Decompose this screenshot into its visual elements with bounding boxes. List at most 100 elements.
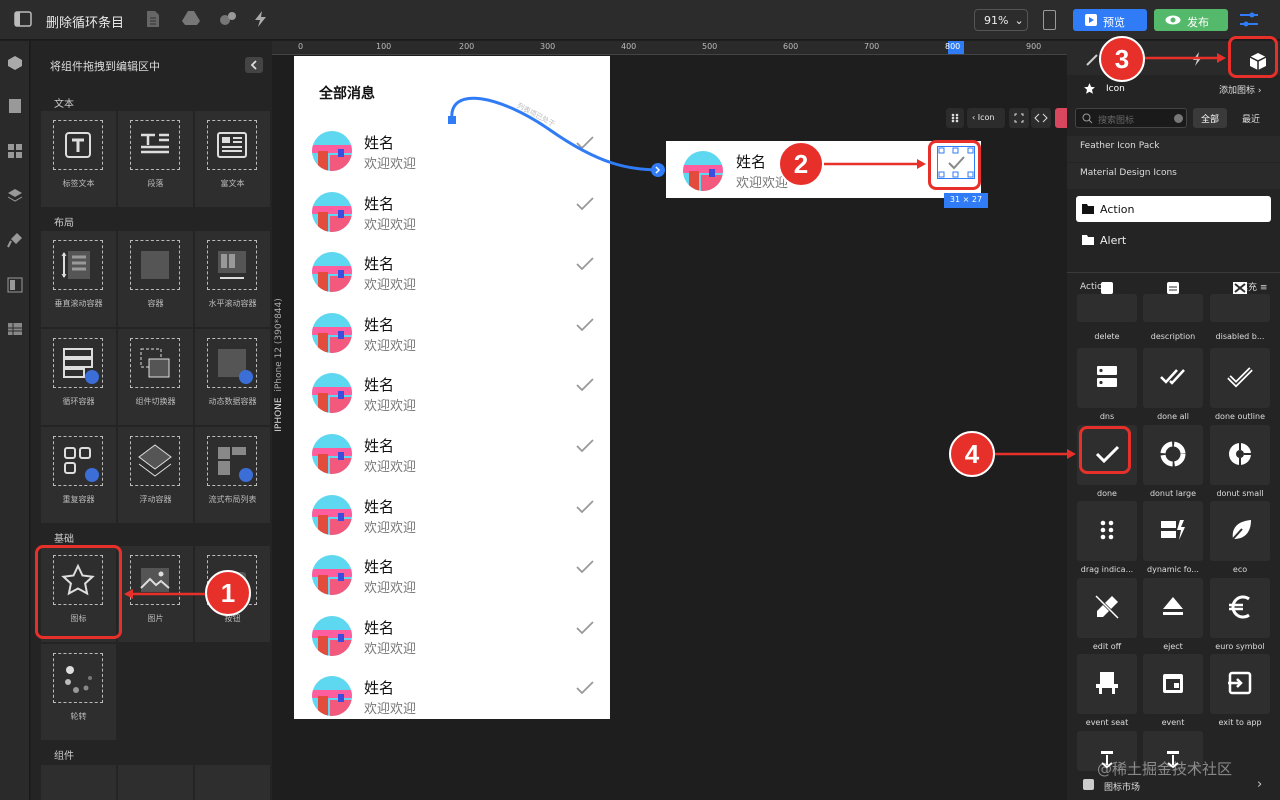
icon-tile-label: exit to app bbox=[1218, 718, 1262, 727]
component-paragraph[interactable]: 段落 bbox=[118, 111, 193, 207]
check-icon[interactable] bbox=[576, 318, 594, 332]
icon-market-link[interactable]: 图标市场 bbox=[1104, 780, 1140, 793]
template-icon[interactable] bbox=[7, 277, 23, 293]
check-icon[interactable] bbox=[576, 257, 594, 271]
check-icon[interactable] bbox=[576, 681, 594, 695]
device-phone-icon[interactable] bbox=[1043, 10, 1056, 30]
sliders-icon[interactable] bbox=[1239, 11, 1259, 29]
lightning-icon[interactable] bbox=[252, 10, 272, 30]
icon-pack-material[interactable]: Material Design Icons bbox=[1067, 163, 1280, 189]
component-float-container[interactable]: 浮动容器 bbox=[118, 427, 193, 523]
check-icon[interactable] bbox=[576, 560, 594, 574]
item-name: 姓名 bbox=[364, 679, 395, 698]
tab-all[interactable]: 全部 bbox=[1193, 108, 1227, 128]
action-lightning-icon[interactable] bbox=[1191, 51, 1205, 67]
component-dynamic-data[interactable]: 动态数据容器 bbox=[195, 329, 270, 425]
list-item[interactable]: 姓名 欢迎欢迎 bbox=[294, 359, 610, 419]
done-all-icon-tile[interactable] bbox=[1143, 348, 1203, 408]
component-image[interactable]: 图片 bbox=[118, 546, 193, 642]
check-icon[interactable] bbox=[576, 499, 594, 514]
list-item[interactable]: 姓名 欢迎欢迎 bbox=[294, 662, 610, 722]
components-icon[interactable] bbox=[219, 10, 239, 30]
dns-icon-tile[interactable] bbox=[1077, 348, 1137, 408]
section-title-basic: 基础 bbox=[54, 534, 74, 545]
component-carousel[interactable]: 轮转 bbox=[41, 644, 116, 740]
dynamic-fo-icon-tile[interactable] bbox=[1143, 501, 1203, 561]
icon-search-input[interactable]: 搜索图标 bbox=[1075, 108, 1187, 128]
list-item[interactable]: 姓名 欢迎欢迎 bbox=[294, 420, 610, 480]
check-icon[interactable] bbox=[576, 439, 594, 453]
section-title-components: 组件 bbox=[54, 751, 74, 762]
sidebar-toggle-icon[interactable] bbox=[14, 10, 34, 30]
component-loop-container[interactable]: 循环容器 bbox=[41, 329, 116, 425]
component-rich-text[interactable]: 富文本 bbox=[195, 111, 270, 207]
clear-icon[interactable] bbox=[1174, 114, 1183, 123]
grid-icon[interactable] bbox=[7, 143, 23, 159]
preview-button[interactable]: 预览 bbox=[1073, 9, 1147, 31]
item-message: 欢迎欢迎 bbox=[364, 641, 417, 657]
table-icon[interactable] bbox=[7, 321, 23, 337]
layers-icon[interactable] bbox=[7, 187, 23, 203]
drive-icon[interactable] bbox=[182, 10, 202, 30]
tab-recent[interactable]: 最近 bbox=[1230, 108, 1272, 128]
check-icon[interactable] bbox=[576, 621, 594, 635]
zoom-select[interactable]: 91% ⌄ bbox=[974, 9, 1028, 31]
list-item[interactable]: 姓名 欢迎欢迎 bbox=[294, 602, 610, 662]
event-icon-tile[interactable] bbox=[1143, 654, 1203, 714]
component-label: 容器 bbox=[147, 299, 164, 308]
eye-icon bbox=[1165, 15, 1181, 25]
play-icon bbox=[1085, 14, 1097, 26]
list-item[interactable]: 姓名 欢迎欢迎 bbox=[294, 299, 610, 359]
paint-icon[interactable] bbox=[7, 232, 23, 248]
donut-small-icon-tile[interactable] bbox=[1210, 424, 1270, 485]
icon-tile-label: done all bbox=[1157, 412, 1189, 421]
component-repeat-container[interactable]: 重复容器 bbox=[41, 427, 116, 523]
eject-icon-tile[interactable] bbox=[1143, 577, 1203, 638]
divider bbox=[1067, 272, 1280, 273]
check-icon[interactable] bbox=[576, 196, 594, 211]
element-type-chip[interactable]: ‹ Icon bbox=[967, 108, 1005, 128]
cube-icon[interactable] bbox=[7, 55, 23, 71]
check-icon[interactable] bbox=[576, 378, 594, 392]
drag-indica-icon-tile[interactable] bbox=[1077, 501, 1137, 561]
description-icon-tile[interactable] bbox=[1143, 282, 1203, 322]
event-seat-icon-tile[interactable] bbox=[1077, 654, 1137, 714]
code-icon[interactable] bbox=[1031, 108, 1051, 128]
component-container[interactable]: 容器 bbox=[118, 231, 193, 327]
document-icon[interactable] bbox=[145, 10, 165, 30]
list-item[interactable]: 姓名 欢迎欢迎 bbox=[294, 178, 610, 238]
icon-tile-label: donut large bbox=[1149, 488, 1197, 498]
component-horizontal-scroll[interactable]: 水平滚动容器 bbox=[195, 231, 270, 327]
drag-handle-button[interactable] bbox=[946, 108, 964, 128]
component-flow-list[interactable]: 流式布局列表 bbox=[195, 427, 270, 523]
delete-icon-tile[interactable] bbox=[1077, 282, 1137, 322]
exit-to-app-icon-tile[interactable] bbox=[1210, 654, 1270, 714]
list-item[interactable]: 姓名 欢迎欢迎 bbox=[294, 541, 610, 601]
chevron-right-icon[interactable]: › bbox=[1257, 777, 1262, 792]
edit-off-icon-tile[interactable] bbox=[1077, 577, 1137, 638]
icon-panel: Icon 添加图标 › 搜索图标 全部 最近 Feather Icon Pack… bbox=[1067, 41, 1280, 800]
donut-large-icon-tile[interactable] bbox=[1143, 424, 1203, 485]
euro-symbol-icon-tile[interactable] bbox=[1210, 577, 1270, 638]
list-item[interactable]: 姓名 欢迎欢迎 bbox=[294, 481, 610, 541]
folder-alert[interactable]: Alert bbox=[1076, 227, 1271, 253]
component-widget[interactable] bbox=[41, 765, 116, 800]
component-switcher[interactable]: 组件切换器 bbox=[118, 329, 193, 425]
add-icon-link[interactable]: 添加图标 › bbox=[1219, 83, 1261, 96]
page-icon[interactable] bbox=[7, 98, 23, 114]
component-label-text[interactable]: 标签文本 bbox=[41, 111, 116, 207]
action-lightning-icon[interactable] bbox=[1055, 108, 1067, 128]
collapse-panel-button[interactable] bbox=[245, 57, 263, 73]
folder-action[interactable]: Action bbox=[1076, 196, 1271, 222]
component-vertical-scroll[interactable]: 垂直滚动容器 bbox=[41, 231, 116, 327]
component-widget[interactable] bbox=[118, 765, 193, 800]
expand-icon[interactable] bbox=[1009, 108, 1029, 128]
publish-button[interactable]: 发布 bbox=[1154, 9, 1228, 31]
eco-icon-tile[interactable] bbox=[1210, 501, 1270, 561]
disabled-b-icon-tile[interactable] bbox=[1210, 282, 1270, 322]
component-label: 组件切换器 bbox=[135, 397, 176, 406]
icon-pack-feather[interactable]: Feather Icon Pack bbox=[1067, 136, 1280, 162]
done-outline-icon-tile[interactable] bbox=[1210, 348, 1270, 408]
component-widget[interactable] bbox=[195, 765, 270, 800]
list-item[interactable]: 姓名 欢迎欢迎 bbox=[294, 238, 610, 298]
